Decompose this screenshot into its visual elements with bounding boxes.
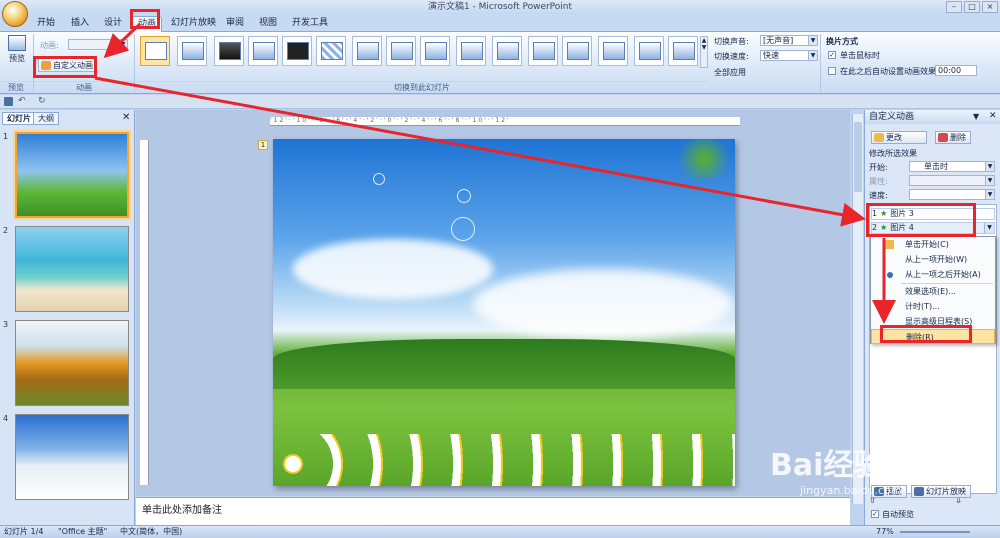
office-button[interactable]	[2, 1, 28, 27]
annotation-arrows	[94, 22, 896, 324]
arrow-line	[103, 22, 142, 59]
arrow-line	[94, 76, 866, 227]
